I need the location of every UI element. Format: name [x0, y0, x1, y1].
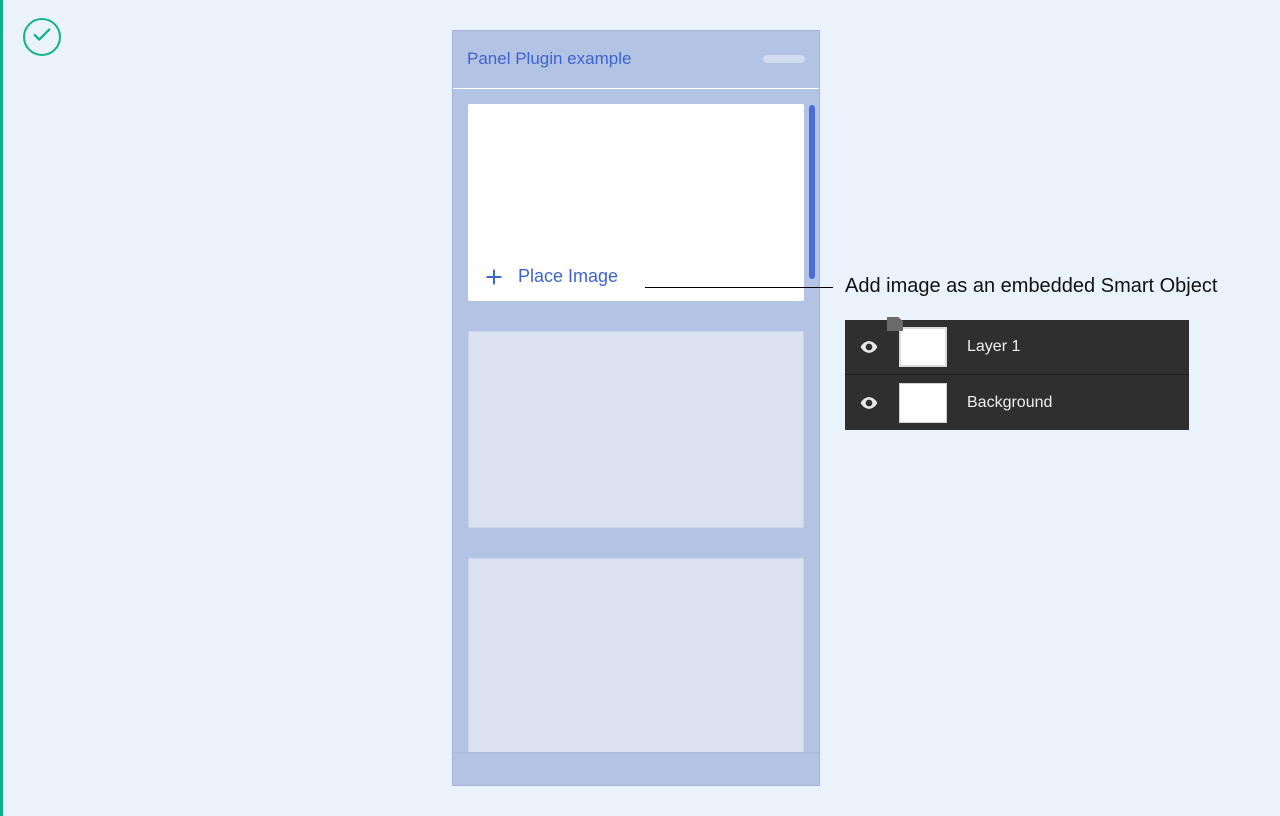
panel-header: Panel Plugin example — [453, 31, 819, 89]
layer-name: Background — [967, 394, 1052, 412]
visibility-icon[interactable] — [859, 393, 879, 413]
place-image-button[interactable]: Place Image — [468, 253, 804, 301]
visibility-icon[interactable] — [859, 337, 879, 357]
place-image-label: Place Image — [518, 266, 618, 287]
panel-body: Place Image — [453, 89, 819, 753]
card-placeholder-1 — [468, 331, 804, 528]
layer-thumbnail-smart-object-icon — [899, 327, 947, 367]
layer-thumbnail-icon — [899, 383, 947, 423]
layer-row-smart-object[interactable]: Layer 1 — [845, 320, 1189, 375]
card-placeholder-2 — [468, 558, 804, 753]
panel-title: Panel Plugin example — [467, 49, 631, 69]
layer-row-background[interactable]: Background — [845, 375, 1189, 430]
layers-panel: Layer 1 Background — [845, 320, 1189, 430]
plugin-panel: Panel Plugin example Place Image — [452, 30, 820, 786]
card-place-image: Place Image — [468, 104, 804, 301]
panel-menu-icon[interactable] — [763, 55, 805, 63]
annotation-text: Add image as an embedded Smart Object — [845, 275, 1217, 298]
panel-footer — [453, 752, 819, 785]
check-icon — [31, 24, 53, 51]
scrollbar-thumb[interactable] — [809, 105, 815, 279]
annotation-connector — [645, 287, 833, 288]
plus-icon — [484, 267, 504, 287]
layer-name: Layer 1 — [967, 338, 1020, 356]
check-badge — [23, 18, 61, 56]
